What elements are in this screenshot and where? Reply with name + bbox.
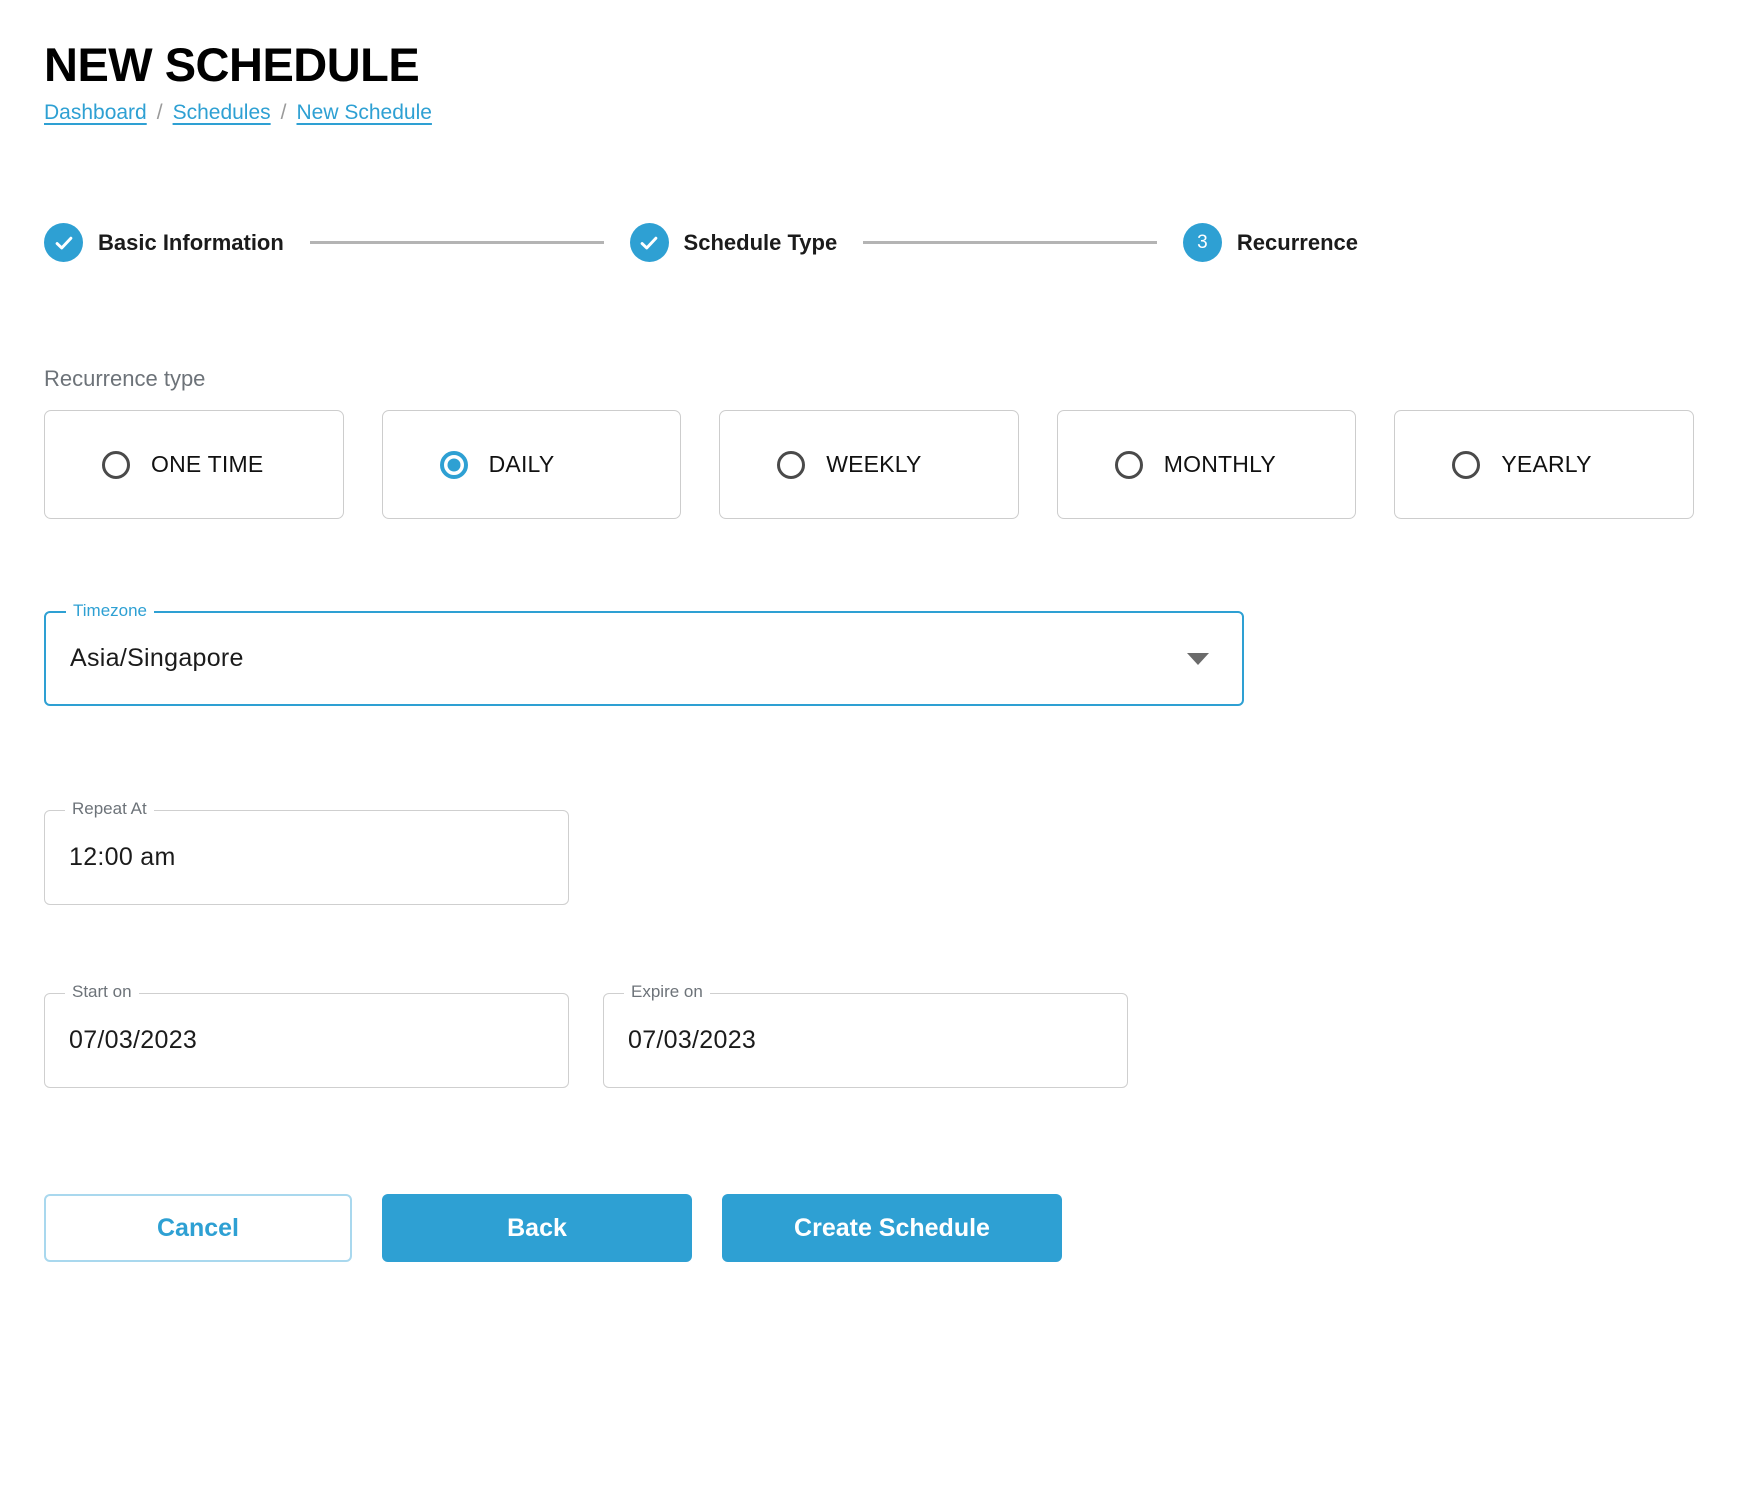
recurrence-option-daily[interactable]: DAILY [381,410,682,520]
chevron-down-icon[interactable] [1187,652,1209,665]
expire-on-label: Expire on [624,983,710,1001]
recurrence-option-label: YEARLY [1501,451,1592,478]
stepper: Basic Information Schedule Type 3 Recurr… [44,223,1738,263]
recurrence-option-monthly[interactable]: MONTHLY [1056,410,1357,520]
repeat-at-label: Repeat At [65,800,154,818]
expire-on-input[interactable]: Expire on 07/03/2023 [603,983,1128,1089]
expire-on-value: 07/03/2023 [628,1026,757,1055]
dates-row: Start on 07/03/2023 Expire on 07/03/2023 [44,983,1738,1089]
radio-icon [102,450,130,479]
radio-icon [1452,450,1481,479]
recurrence-option-label: WEEKLY [826,451,922,478]
radio-icon [1114,450,1143,479]
step-schedule-type[interactable]: Schedule Type [629,223,838,263]
step-label-basic-information: Basic Information [98,229,284,255]
back-button[interactable]: Back [382,1194,692,1263]
radio-selected-icon [439,450,468,479]
page-title: NEW SCHEDULE [44,38,420,91]
timezone-label: Timezone [66,602,155,620]
timezone-row: Timezone Asia/Singapore [44,602,1244,707]
step-label-schedule-type: Schedule Type [683,229,838,255]
recurrence-option-label: DAILY [488,451,555,478]
step-label-recurrence: Recurrence [1236,229,1358,255]
recurrence-type-group: ONE TIME DAILY WEEKLY MONTHLY YEARLY [44,410,1738,520]
start-on-input[interactable]: Start on 07/03/2023 [44,983,569,1089]
breadcrumb-item-new-schedule[interactable]: New Schedule [297,101,432,125]
breadcrumb-item-schedules[interactable]: Schedules [173,101,271,125]
step-basic-information[interactable]: Basic Information [44,223,284,263]
breadcrumb: Dashboard / Schedules / New Schedule [44,101,1738,125]
step-recurrence[interactable]: 3 Recurrence [1182,223,1358,263]
cancel-button[interactable]: Cancel [44,1194,352,1263]
recurrence-option-weekly[interactable]: WEEKLY [719,410,1019,520]
recurrence-option-label: MONTHLY [1163,451,1276,478]
form-actions: Cancel Back Create Schedule [44,1194,1738,1263]
radio-icon [777,450,806,479]
start-on-label: Start on [65,983,139,1001]
check-icon [629,223,669,263]
breadcrumb-separator: / [280,101,287,125]
step-connector [309,241,604,245]
timezone-select[interactable]: Timezone Asia/Singapore [44,602,1244,707]
recurrence-option-label: ONE TIME [151,451,264,478]
recurrence-option-one-time[interactable]: ONE TIME [44,410,344,520]
breadcrumb-separator: / [156,101,163,125]
check-icon [44,223,83,263]
repeat-at-row: Repeat At 12:00 am [44,800,569,906]
repeat-at-value: 12:00 am [69,843,176,872]
new-schedule-page: NEW SCHEDULE Dashboard / Schedules / New… [0,0,1738,1263]
step-connector [863,241,1157,245]
start-on-value: 07/03/2023 [69,1026,198,1055]
repeat-at-input[interactable]: Repeat At 12:00 am [44,800,569,906]
create-schedule-button[interactable]: Create Schedule [722,1194,1062,1263]
step-number-badge: 3 [1182,223,1222,263]
recurrence-type-label: Recurrence type [44,366,206,392]
recurrence-option-yearly[interactable]: YEARLY [1394,410,1694,520]
timezone-value: Asia/Singapore [70,644,244,673]
breadcrumb-item-dashboard[interactable]: Dashboard [44,101,147,125]
